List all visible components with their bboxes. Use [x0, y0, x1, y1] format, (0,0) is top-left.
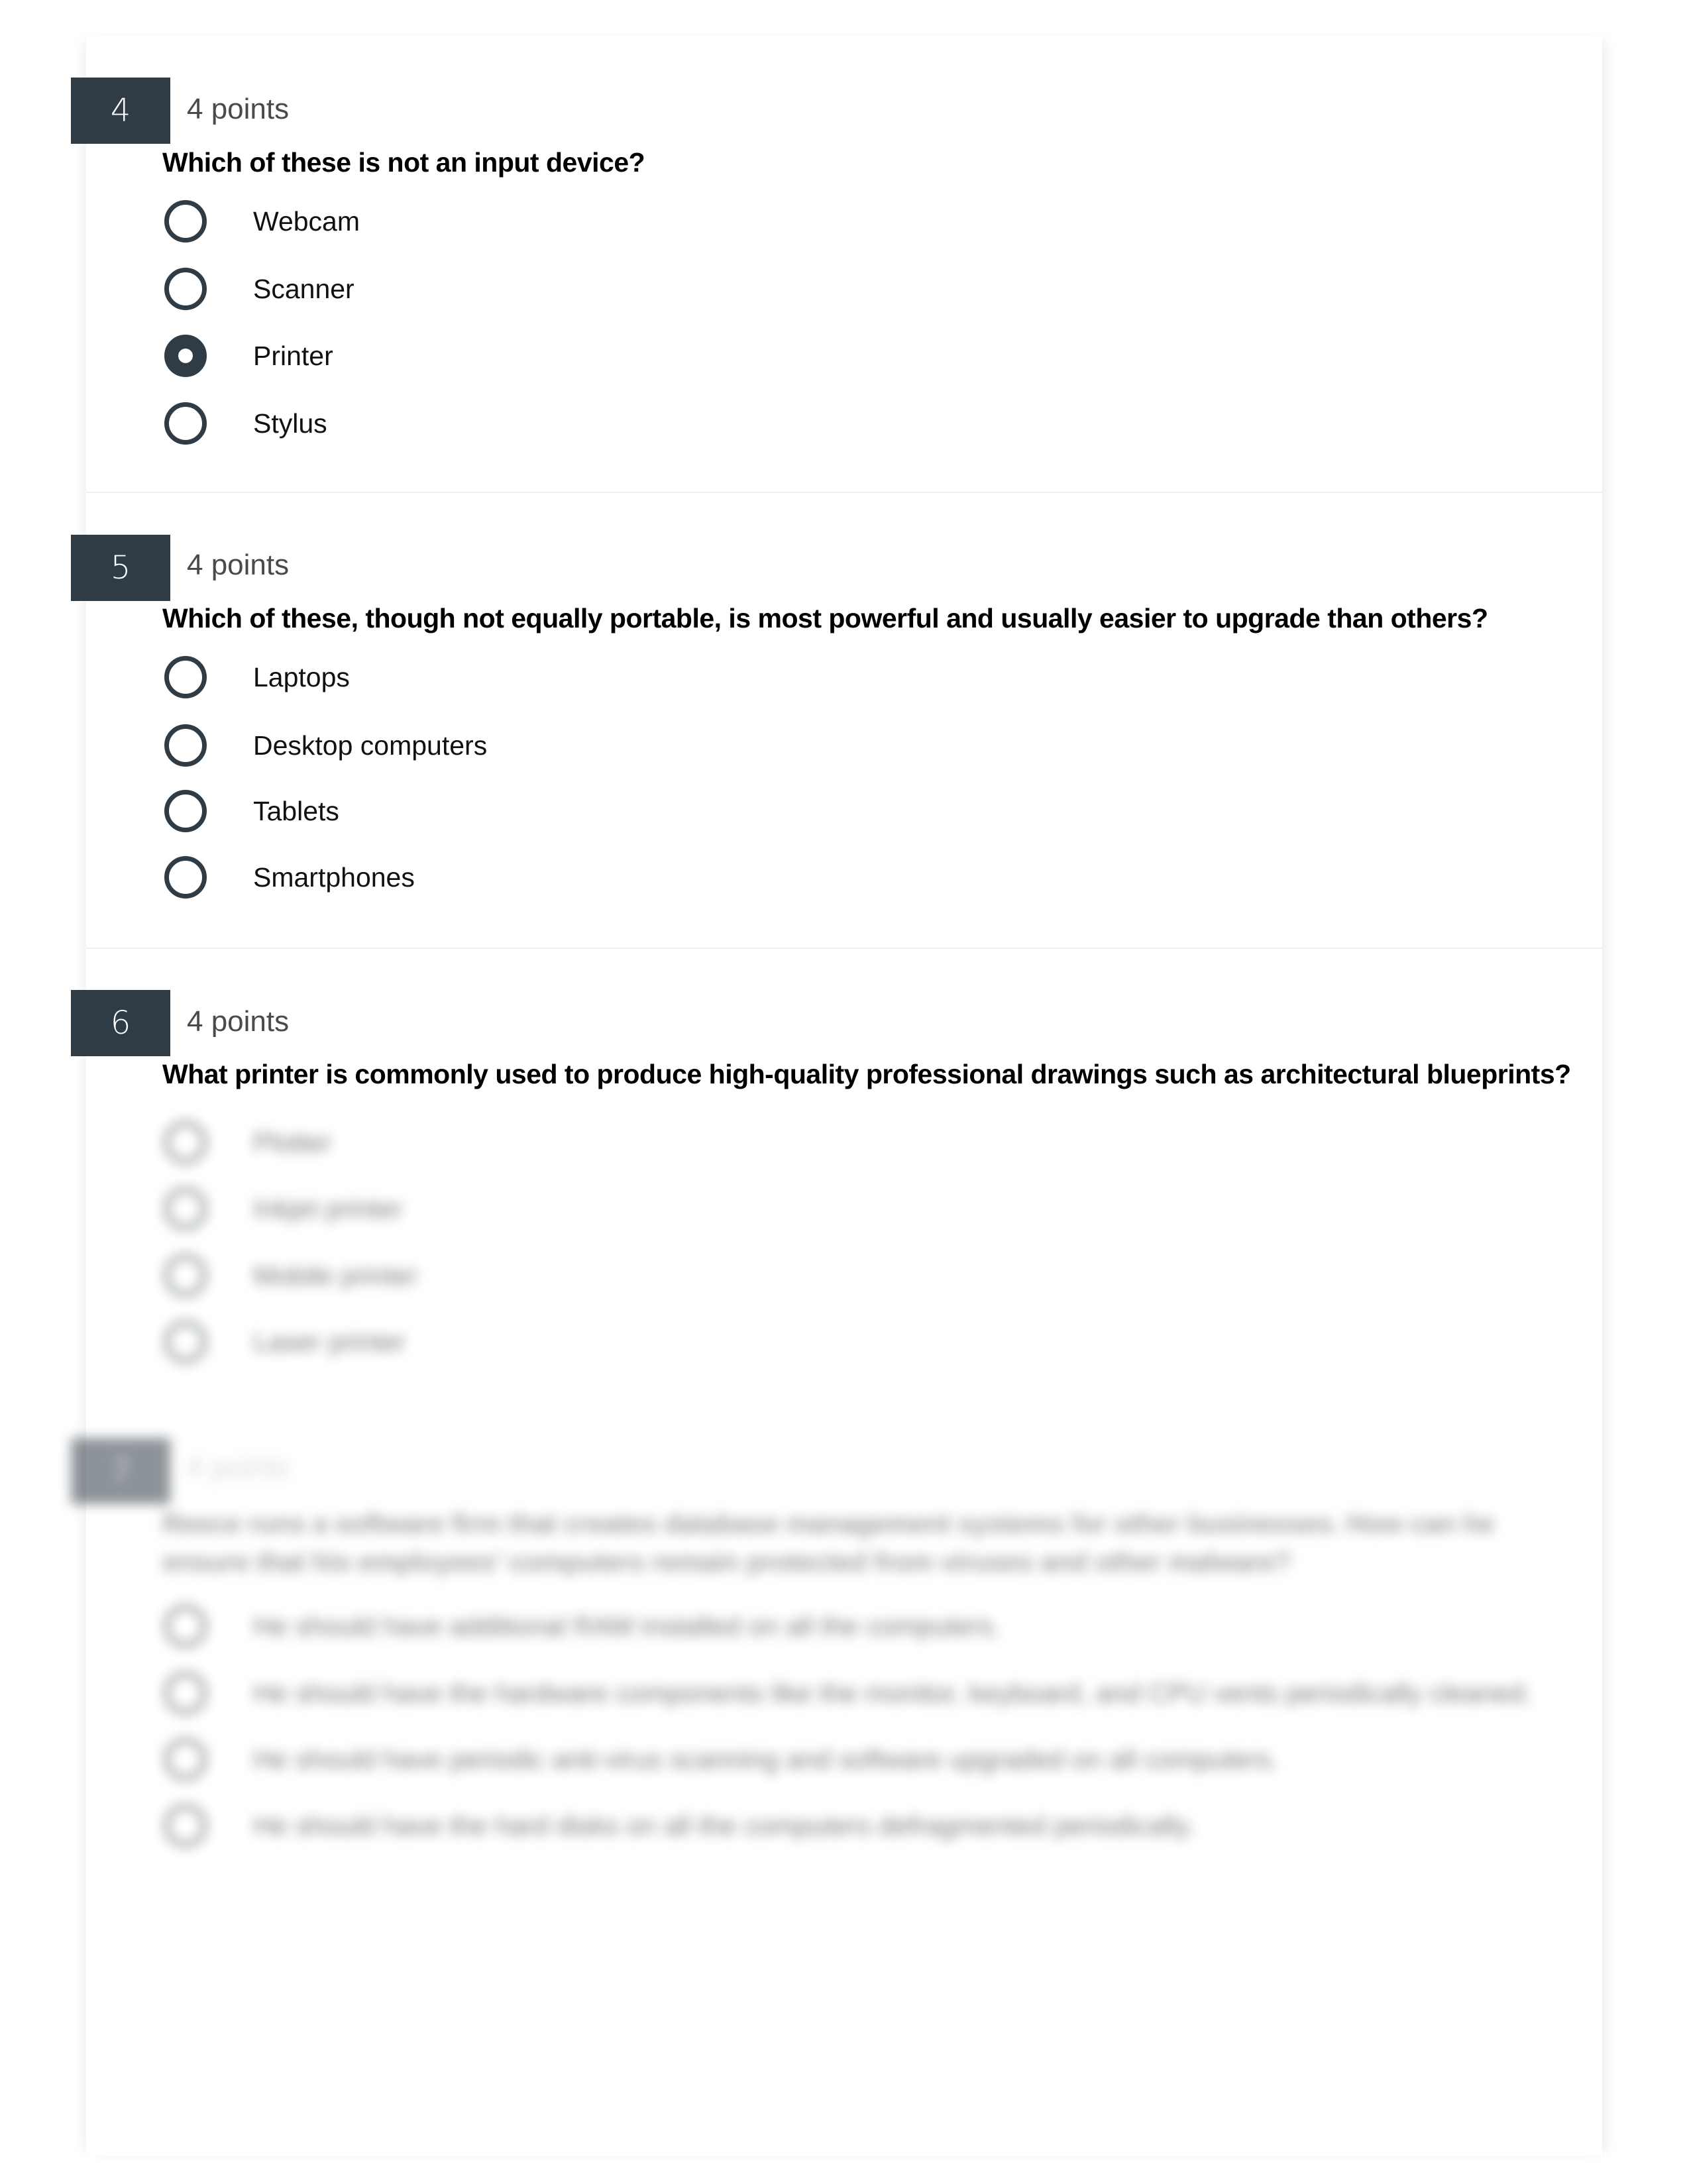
option-inkjet-printer[interactable]: Inkjet printer — [164, 1187, 403, 1230]
option-label: Laptops — [253, 661, 350, 692]
option-scanner[interactable]: Scanner — [164, 268, 354, 310]
option-label: He should have the hardware components l… — [253, 1677, 1533, 1708]
option-label: Inkjet printer — [253, 1193, 403, 1224]
question-text: What printer is commonly used to produce… — [162, 1059, 1571, 1089]
option-label: Tablets — [253, 795, 339, 826]
radio-button[interactable] — [164, 402, 207, 445]
question-text: Reece runs a software firm that creates … — [162, 1508, 1494, 1577]
option-mobile-printer[interactable]: Mobile printer — [164, 1254, 417, 1297]
radio-button[interactable] — [164, 1605, 207, 1647]
radio-button[interactable] — [164, 1321, 207, 1363]
radio-button[interactable] — [164, 1187, 207, 1230]
option-label: Scanner — [253, 273, 354, 304]
radio-button[interactable] — [164, 1254, 207, 1297]
option-label: He should have periodic anti-virus scann… — [253, 1743, 1279, 1774]
question-number-badge: 4 — [71, 78, 170, 144]
option-antivirus[interactable]: He should have periodic anti-virus scann… — [164, 1738, 1279, 1780]
question-text: Which of these is not an input device? — [162, 147, 645, 178]
question-number-badge: 5 — [71, 535, 170, 601]
question-number-badge: 6 — [71, 990, 170, 1056]
option-printer[interactable]: Printer — [164, 335, 333, 377]
option-label: Stylus — [253, 408, 327, 439]
question-points: 4 points — [187, 1451, 290, 1484]
option-plotter[interactable]: Plotter — [164, 1121, 332, 1164]
option-label: Smartphones — [253, 861, 415, 893]
option-defragment[interactable]: He should have the hard disks on all the… — [164, 1804, 1195, 1847]
option-tablets[interactable]: Tablets — [164, 790, 339, 832]
radio-button[interactable] — [164, 724, 207, 767]
option-label: He should have the hard disks on all the… — [253, 1810, 1195, 1841]
option-label: Printer — [253, 340, 333, 371]
option-stylus[interactable]: Stylus — [164, 402, 327, 445]
question-points: 4 points — [187, 1005, 290, 1038]
option-label: He should have additional RAM installed … — [253, 1610, 1001, 1641]
option-ram[interactable]: He should have additional RAM installed … — [164, 1605, 1001, 1647]
option-desktop-computers[interactable]: Desktop computers — [164, 724, 487, 767]
radio-button[interactable] — [164, 1804, 207, 1847]
option-label: Plotter — [253, 1126, 332, 1158]
question-divider — [86, 492, 1602, 493]
blurred-content-region: Plotter Inkjet printer Mobile printer La… — [0, 1093, 1687, 2184]
question-points: 4 points — [187, 93, 290, 125]
option-smartphones[interactable]: Smartphones — [164, 856, 415, 899]
question-divider — [86, 948, 1602, 949]
radio-button[interactable] — [164, 1672, 207, 1714]
radio-button[interactable] — [164, 790, 207, 832]
option-label: Desktop computers — [253, 730, 488, 761]
question-points: 4 points — [187, 549, 290, 581]
radio-button[interactable] — [164, 200, 207, 243]
question-number-badge: 7 — [71, 1438, 170, 1504]
radio-button[interactable] — [164, 656, 207, 698]
radio-button[interactable] — [164, 856, 207, 899]
option-laser-printer[interactable]: Laser printer — [164, 1321, 406, 1363]
radio-button[interactable] — [164, 1738, 207, 1780]
option-label: Laser printer — [253, 1326, 406, 1357]
option-label: Webcam — [253, 205, 360, 237]
option-hardware-cleaning[interactable]: He should have the hardware components l… — [164, 1672, 1532, 1714]
option-laptops[interactable]: Laptops — [164, 656, 350, 698]
option-webcam[interactable]: Webcam — [164, 200, 360, 243]
radio-button[interactable] — [164, 268, 207, 310]
radio-button-selected[interactable] — [164, 335, 207, 377]
option-label: Mobile printer — [253, 1260, 418, 1291]
question-text: Which of these, though not equally porta… — [162, 603, 1488, 633]
radio-button[interactable] — [164, 1121, 207, 1164]
